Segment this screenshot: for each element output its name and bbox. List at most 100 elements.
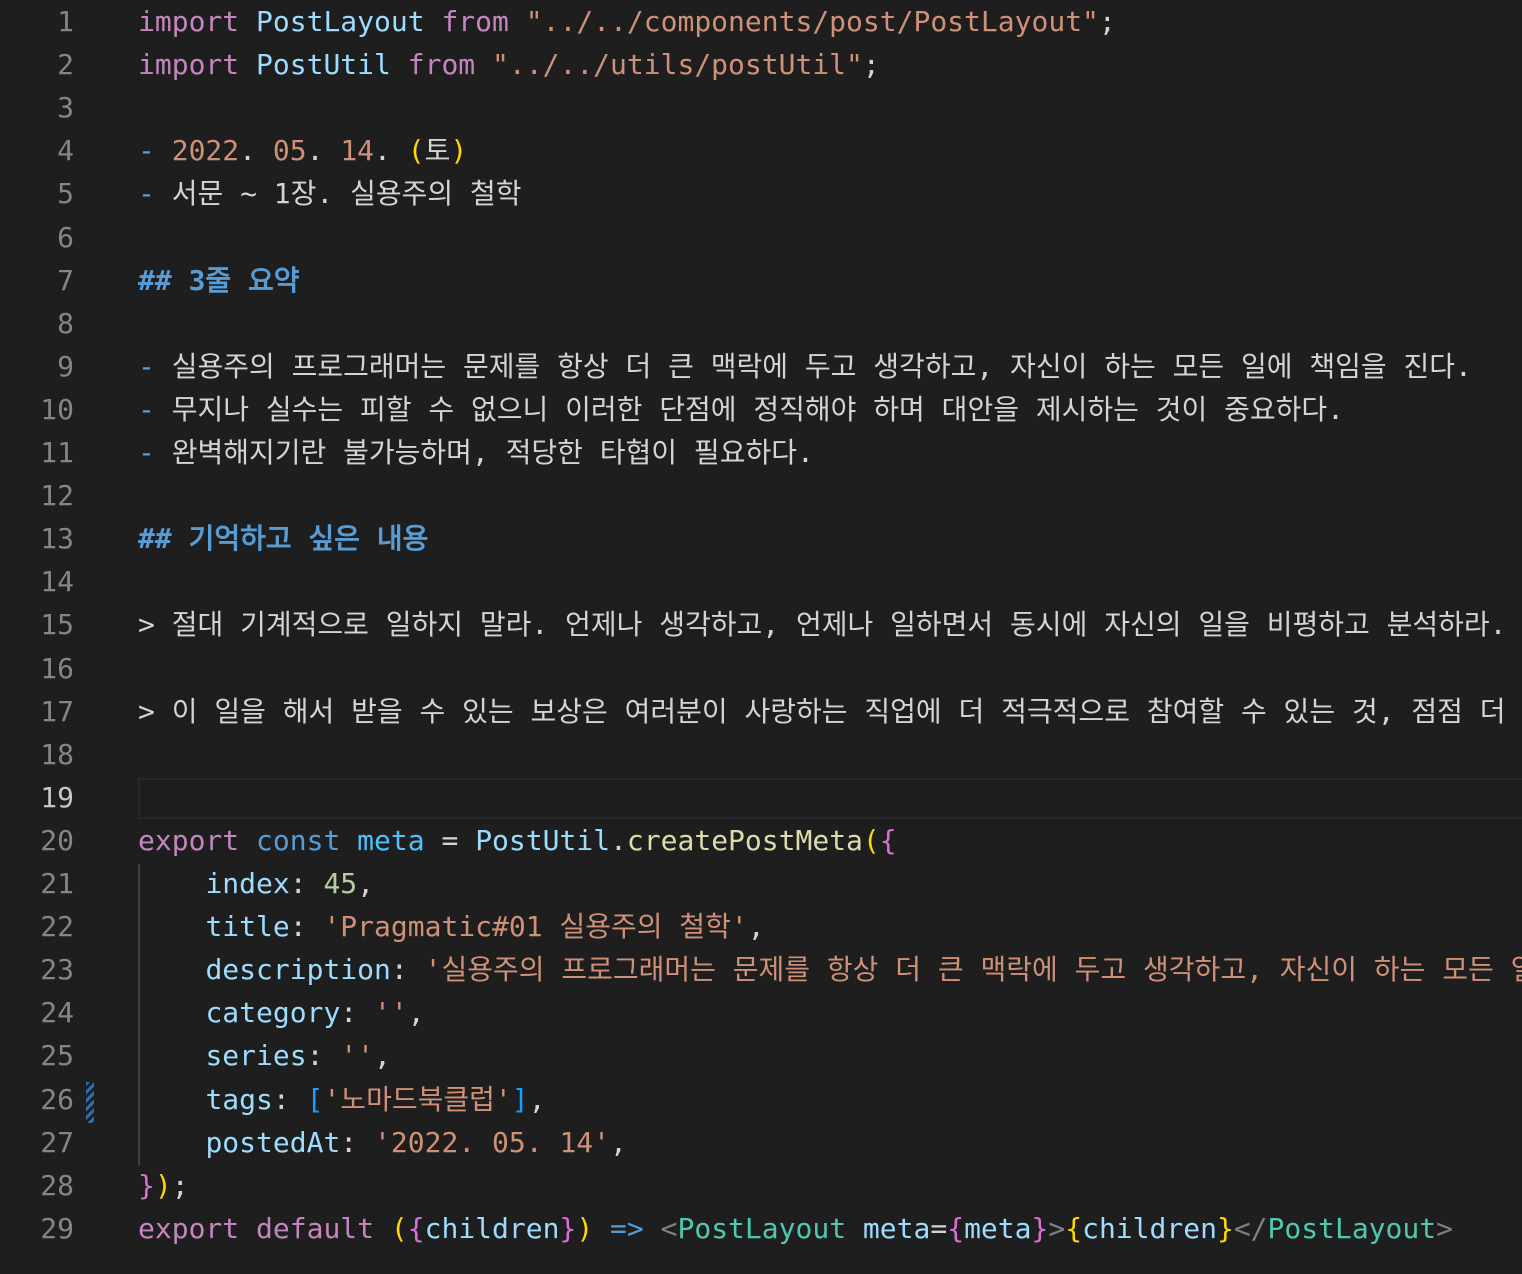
- code-token: '실용주의 프로그래머는 문제를 항상 더 큰 맥락에 두고 생각하고, 자신이…: [424, 953, 1522, 987]
- code-editor[interactable]: 1 import PostLayout from "../../component…: [0, 0, 1522, 1274]
- code-text: export default ({children}) => <PostLayo…: [138, 1207, 1453, 1250]
- line-number: 3: [57, 91, 74, 125]
- code-line[interactable]: 21 index: 45,: [0, 862, 1522, 905]
- code-line[interactable]: 18: [0, 733, 1522, 776]
- code-token: ): [154, 1168, 172, 1202]
- code-line[interactable]: 10 - 무지나 실수는 피할 수 없으니 이러한 단점에 정직해야 하며 대안을…: [0, 388, 1522, 431]
- code-token: -: [138, 392, 172, 426]
- code-token: 2022: [171, 134, 240, 168]
- code-token: >: [1048, 1211, 1066, 1245]
- code-line[interactable]: 26 tags: ['노마드북클럽'],: [0, 1078, 1522, 1121]
- code-line[interactable]: 3: [0, 86, 1522, 129]
- code-token: ]: [511, 1082, 529, 1116]
- code-token: from: [441, 5, 509, 38]
- code-text: import PostLayout from "../../components…: [138, 0, 1116, 43]
- line-number: 19: [40, 780, 74, 814]
- line-number: 9: [57, 349, 74, 383]
- code-text: category: '',: [138, 991, 424, 1034]
- line-number: 7: [57, 263, 74, 297]
- code-line[interactable]: 16: [0, 647, 1522, 690]
- code-line[interactable]: 9 - 실용주의 프로그래머는 문제를 항상 더 큰 맥락에 두고 생각하고, 자…: [0, 345, 1522, 388]
- code-line[interactable]: 11 - 완벽해지기란 불가능하며, 적당한 타협이 필요하다.: [0, 431, 1522, 474]
- code-token: 05: [272, 134, 307, 168]
- line-number: 28: [40, 1168, 74, 1202]
- code-token: <: [660, 1211, 678, 1245]
- code-token: [: [306, 1082, 324, 1116]
- code-line[interactable]: 6: [0, 216, 1522, 259]
- code-line[interactable]: 25 series: '',: [0, 1034, 1522, 1077]
- line-number: 10: [40, 392, 74, 426]
- code-token: tags: [205, 1082, 273, 1116]
- code-token: export: [138, 1211, 240, 1245]
- code-token: meta: [964, 1211, 1032, 1245]
- line-number: 13: [40, 522, 74, 556]
- code-line[interactable]: 29 export default ({children}) => <PostLa…: [0, 1207, 1522, 1250]
- code-line[interactable]: 23 description: '실용주의 프로그래머는 문제를 항상 더 큰 …: [0, 948, 1522, 991]
- code-token: > 이 일을 해서 받을 수 있는 보상은 여러분이 사랑하는 직업에 더 적극…: [138, 694, 1522, 728]
- line-number: 12: [40, 479, 74, 513]
- line-number: 26: [40, 1082, 74, 1116]
- code-token: 실용주의 프로그래머는 문제를 항상 더 큰 맥락에 두고 생각하고, 자신이 …: [171, 349, 1472, 383]
- code-token: ;: [1098, 5, 1116, 38]
- code-token: 45: [323, 867, 358, 900]
- code-token: }: [138, 1168, 155, 1202]
- line-number: 24: [40, 996, 74, 1030]
- code-token: PostLayout: [1267, 1211, 1437, 1245]
- code-line[interactable]: 15 > 절대 기계적으로 일하지 말라. 언제나 생각하고, 언제나 일하면서 …: [0, 603, 1522, 646]
- code-token: ): [450, 134, 468, 168]
- code-token: ,: [374, 1039, 391, 1073]
- code-token: 무지나 실수는 피할 수 없으니 이러한 단점에 정직해야 하며 대안을 제시하…: [171, 392, 1344, 426]
- code-token: PostUtil: [256, 48, 391, 82]
- code-line[interactable]: 8: [0, 302, 1522, 345]
- code-token: (: [407, 134, 425, 168]
- code-token: :: [390, 953, 425, 987]
- code-line[interactable]: 4 - 2022. 05. 14. (토): [0, 129, 1522, 172]
- code-line[interactable]: 17 > 이 일을 해서 받을 수 있는 보상은 여러분이 사랑하는 직업에 더 …: [0, 690, 1522, 733]
- code-token: '2022. 05. 14': [374, 1125, 611, 1159]
- code-token: 완벽해지기란 불가능하며, 적당한 타협이 필요하다.: [171, 436, 814, 469]
- code-token: {: [947, 1211, 965, 1245]
- code-token: ,: [528, 1082, 546, 1116]
- code-token: const: [256, 823, 341, 857]
- code-line[interactable]: 12: [0, 474, 1522, 517]
- line-number: 23: [40, 953, 74, 987]
- code-line[interactable]: 2 import PostUtil from "../../utils/postU…: [0, 43, 1522, 86]
- code-token: -: [138, 349, 172, 383]
- code-token: default: [256, 1211, 375, 1245]
- line-number: 27: [40, 1125, 74, 1159]
- code-token: "../../components/post/PostLayout": [525, 5, 1099, 38]
- line-number: 25: [40, 1039, 74, 1073]
- code-token: -: [138, 177, 172, 211]
- code-token: .: [374, 134, 408, 168]
- code-line[interactable]: 14: [0, 560, 1522, 603]
- code-token: 'Pragmatic#01 실용주의 철학': [323, 910, 748, 944]
- line-number: 20: [40, 823, 74, 857]
- code-line[interactable]: 20 export const meta = PostUtil.createPos…: [0, 819, 1522, 862]
- code-line[interactable]: 28});: [0, 1164, 1522, 1207]
- code-token: -: [138, 134, 172, 168]
- code-line[interactable]: 22 title: 'Pragmatic#01 실용주의 철학',: [0, 905, 1522, 948]
- code-line[interactable]: 27 postedAt: '2022. 05. 14',: [0, 1121, 1522, 1164]
- code-line[interactable]: 24 category: '',: [0, 991, 1522, 1034]
- code-line[interactable]: 19: [0, 776, 1522, 819]
- code-text: title: 'Pragmatic#01 실용주의 철학',: [138, 905, 764, 948]
- code-token: PostUtil: [475, 823, 611, 857]
- code-line[interactable]: 7 ## 3줄 요약: [0, 259, 1522, 302]
- code-token: (: [862, 823, 880, 857]
- code-line[interactable]: 13 ## 기억하고 싶은 내용: [0, 517, 1522, 560]
- line-number: 8: [57, 306, 74, 340]
- code-line[interactable]: 5 - 서문 ~ 1장. 실용주의 철학: [0, 172, 1522, 215]
- code-line[interactable]: 1 import PostLayout from "../../component…: [0, 0, 1522, 43]
- code-text: ## 기억하고 싶은 내용: [138, 517, 428, 560]
